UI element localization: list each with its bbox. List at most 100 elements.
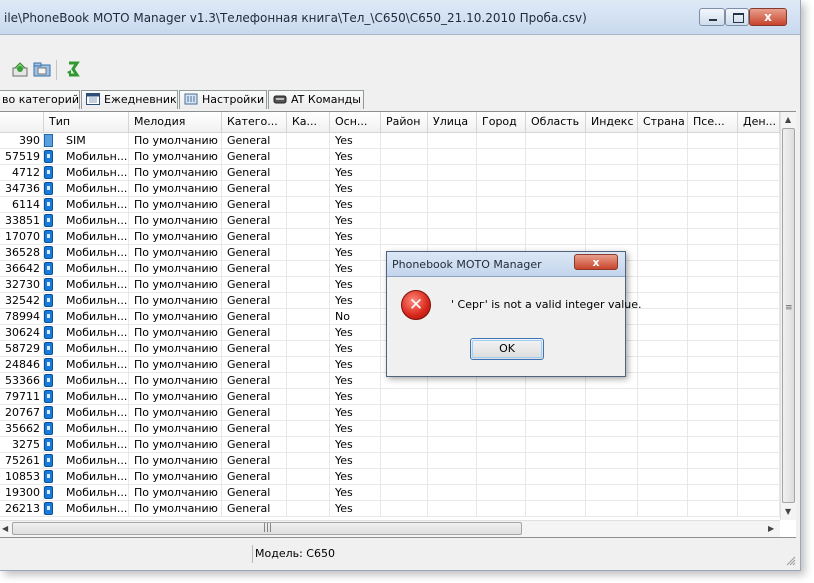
cell-empty — [638, 453, 688, 469]
column-header[interactable]: Город — [477, 112, 526, 132]
close-button[interactable]: x — [749, 8, 787, 26]
cell-empty — [586, 485, 638, 501]
table-row[interactable]: 390 SIM По умолчанию General Yes — [0, 133, 780, 149]
minimize-button[interactable] — [699, 8, 725, 26]
cell-category: General — [222, 229, 287, 245]
cell-num: 58729 — [0, 341, 44, 357]
refresh-icon[interactable] — [64, 60, 82, 78]
tab-at-commands[interactable]: AT Команды — [268, 90, 364, 109]
table-row[interactable]: 19300 Мобильн... По умолчанию General Yes — [0, 485, 780, 501]
scroll-up-icon[interactable]: ▲ — [785, 115, 791, 124]
cell-empty — [586, 453, 638, 469]
cell-empty — [287, 469, 330, 485]
table-row[interactable]: 10853 Мобильн... По умолчанию General Yes — [0, 469, 780, 485]
cell-type: Мобильн... — [44, 293, 129, 309]
cell-main: Yes — [330, 421, 381, 437]
column-header[interactable]: Тип — [44, 112, 129, 132]
ok-button[interactable]: OK — [470, 338, 544, 360]
column-header[interactable]: Ка... — [287, 112, 330, 132]
cell-empty — [688, 501, 738, 517]
dialog-close-button[interactable]: x — [574, 254, 618, 270]
cell-empty — [738, 181, 780, 197]
cell-empty — [738, 389, 780, 405]
cell-empty — [287, 421, 330, 437]
column-header[interactable]: Ден... — [738, 112, 780, 132]
table-row[interactable]: 75261 Мобильн... По умолчанию General Yes — [0, 453, 780, 469]
table-row[interactable]: 3275 Мобильн... По умолчанию General Yes — [0, 437, 780, 453]
table-row[interactable]: 17070 Мобильн... По умолчанию General Yes — [0, 229, 780, 245]
column-header[interactable]: Псе... — [688, 112, 738, 132]
cell-num: 20767 — [0, 405, 44, 421]
scroll-left-icon[interactable]: ◀ — [2, 524, 8, 533]
cell-main: Yes — [330, 165, 381, 181]
dialog-message: ' Серг' is not a valid integer value. — [451, 298, 642, 311]
cell-empty — [638, 437, 688, 453]
cell-empty — [287, 293, 330, 309]
cell-empty — [586, 229, 638, 245]
column-header[interactable]: Катего... — [222, 112, 287, 132]
column-header[interactable]: Страна — [638, 112, 688, 132]
cell-empty — [688, 405, 738, 421]
cell-num: 79711 — [0, 389, 44, 405]
cell-melody: По умолчанию — [129, 197, 222, 213]
cell-melody: По умолчанию — [129, 341, 222, 357]
cell-type: Мобильн... — [44, 341, 129, 357]
maximize-button[interactable] — [725, 8, 749, 26]
tab-settings[interactable]: Настройки — [179, 90, 267, 109]
tab-contacts-by-category[interactable]: во категорий — [0, 90, 80, 109]
cell-category: General — [222, 149, 287, 165]
horizontal-scroll-thumb[interactable]: ||| — [12, 522, 522, 535]
cell-type: Мобильн... — [44, 357, 129, 373]
table-row[interactable]: 57519 Мобильн... По умолчанию General Yes — [0, 149, 780, 165]
vertical-scroll-thumb[interactable]: ≡ — [782, 128, 795, 503]
close-icon: x — [764, 10, 772, 24]
export-icon[interactable] — [11, 60, 29, 78]
cell-empty — [738, 405, 780, 421]
cell-empty — [526, 389, 586, 405]
scroll-right-icon[interactable]: ▶ — [768, 524, 774, 533]
cell-empty — [638, 149, 688, 165]
cell-category: General — [222, 309, 287, 325]
cell-empty — [477, 213, 526, 229]
cell-empty — [586, 149, 638, 165]
type-text: Мобильн... — [66, 502, 128, 515]
cell-melody: По умолчанию — [129, 325, 222, 341]
cell-num: 30624 — [0, 325, 44, 341]
cell-empty — [287, 165, 330, 181]
cell-empty — [688, 325, 738, 341]
horizontal-scrollbar[interactable]: ◀ ||| ▶ — [0, 520, 780, 537]
dialog-title-bar[interactable]: Phonebook MOTO Manager x — [387, 252, 625, 277]
scroll-down-icon[interactable]: ▼ — [785, 507, 791, 516]
table-row[interactable]: 4712 Мобильн... По умолчанию General Yes — [0, 165, 780, 181]
cell-type: Мобильн... — [44, 277, 129, 293]
column-header[interactable]: Область — [526, 112, 586, 132]
table-row[interactable]: 26213 Мобильн... По умолчанию General Yes — [0, 501, 780, 517]
table-row[interactable]: 35662 Мобильн... По умолчанию General Yes — [0, 421, 780, 437]
column-header[interactable]: Осн... — [330, 112, 381, 132]
table-row[interactable]: 79711 Мобильн... По умолчанию General Yes — [0, 389, 780, 405]
resize-grip-icon[interactable] — [786, 556, 796, 566]
error-icon: ✕ — [401, 290, 431, 320]
cell-type: Мобильн... — [44, 389, 129, 405]
cell-empty — [477, 453, 526, 469]
column-header[interactable]: Индекс — [586, 112, 638, 132]
mobile-icon — [44, 182, 53, 195]
table-row[interactable]: 6114 Мобильн... По умолчанию General Yes — [0, 197, 780, 213]
cell-empty — [638, 405, 688, 421]
vertical-scrollbar[interactable]: ▲ ≡ ▼ — [780, 112, 796, 520]
column-header[interactable]: Район — [381, 112, 428, 132]
table-row[interactable]: 34736 Мобильн... По умолчанию General Yes — [0, 181, 780, 197]
table-row[interactable]: 20767 Мобильн... По умолчанию General Yes — [0, 405, 780, 421]
column-header[interactable]: Мелодия — [129, 112, 222, 132]
tab-calendar[interactable]: Ежедневник — [81, 90, 178, 109]
type-text: Мобильн... — [66, 246, 128, 259]
cell-type: Мобильн... — [44, 197, 129, 213]
column-header[interactable]: Улица — [428, 112, 477, 132]
column-header[interactable] — [0, 112, 44, 132]
cell-num: 3275 — [0, 437, 44, 453]
table-row[interactable]: 33851 Мобильн... По умолчанию General Yes — [0, 213, 780, 229]
cell-empty — [477, 165, 526, 181]
title-bar[interactable]: ile\PhoneBook MOTO Manager v1.3\Телефонн… — [0, 0, 800, 35]
folder-icon[interactable] — [33, 60, 51, 78]
cell-empty — [638, 277, 688, 293]
